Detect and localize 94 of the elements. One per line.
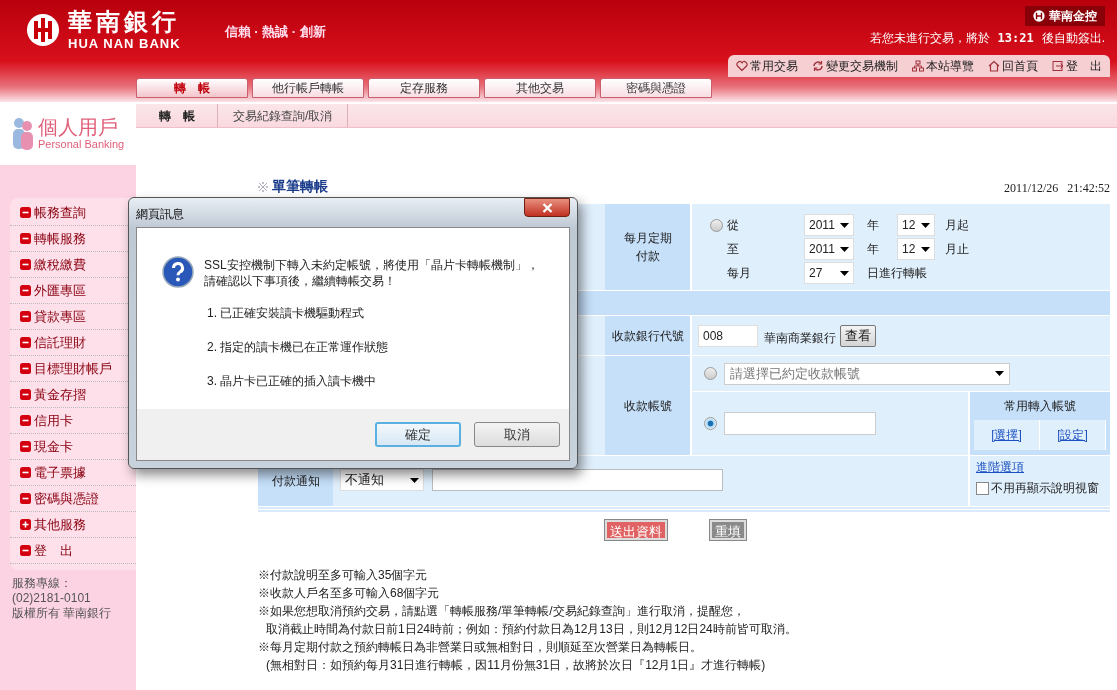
subtab[interactable]: 交易紀錄查詢/取消 <box>218 104 349 127</box>
bank-name-text: 華南商業銀行 <box>764 330 836 347</box>
to-label: 至 <box>726 241 740 258</box>
tab[interactable]: 密碼與憑證 <box>600 78 712 98</box>
form-label: 收款銀行代號 <box>605 316 690 355</box>
dropdown[interactable]: 12 <box>897 238 935 260</box>
bank-logo-icon <box>1033 10 1045 22</box>
slogan: 信賴 · 熱誠 · 創新 <box>224 23 326 41</box>
dropdown[interactable]: 不通知 <box>340 469 424 491</box>
favorites-link[interactable]: [選擇] <box>974 420 1040 450</box>
dialog-item: 3. 晶片卡已正確的插入讀卡機中 <box>207 373 378 390</box>
dropdown-caret-icon <box>840 222 849 228</box>
dropdown[interactable]: 12 <box>897 214 935 236</box>
sidebar-item[interactable]: 登 出 <box>10 538 136 564</box>
dialog-message: SSL安控機制下轉入未約定帳號，將使用「晶片卡轉帳機制」， <box>204 257 539 273</box>
refresh-icon <box>812 60 824 72</box>
checkbox-label: 不用再顯示說明視窗 <box>991 480 1099 497</box>
sitemap-icon <box>912 60 924 72</box>
close-button[interactable] <box>524 198 570 217</box>
bank-name-english: HUA NAN BANK <box>68 37 181 50</box>
group-logo-badge: 華南金控 <box>1025 6 1105 26</box>
account-input-field[interactable] <box>724 412 876 435</box>
top-link[interactable]: 登 出 <box>1052 57 1102 75</box>
note-text: ※收款人戶名至多可輸入68個字元 <box>258 585 441 602</box>
service-info: (02)2181-0101 <box>12 591 92 606</box>
people-icon <box>10 115 36 152</box>
date-time: 2011/12/26 21:42:52 <box>1004 180 1110 197</box>
year-unit: 年 <box>867 217 880 234</box>
top-link[interactable]: 回首頁 <box>988 57 1038 75</box>
tab[interactable]: 轉 帳 <box>136 78 248 98</box>
logout-notice: 後自動簽出. <box>1041 30 1105 47</box>
bank-logo-icon <box>26 13 60 47</box>
radio-button[interactable] <box>710 218 723 232</box>
dialog-button[interactable]: 取消 <box>474 422 560 447</box>
notify-input-field[interactable] <box>432 469 723 491</box>
form-label: 每月定期付款 <box>605 204 690 290</box>
heart-icon <box>736 60 748 72</box>
checkbox[interactable] <box>976 481 989 495</box>
top-link[interactable]: 常用交易 <box>736 57 798 75</box>
day-suffix: 日進行轉帳 <box>867 265 928 282</box>
dropdown-caret-icon <box>921 222 930 228</box>
dropdown[interactable]: 2011 <box>804 214 854 236</box>
section-subtitle: Personal Banking <box>38 139 125 150</box>
year-unit: 年 <box>867 241 880 258</box>
month-suffix: 月止 <box>945 241 970 258</box>
month-suffix: 月起 <box>945 217 970 234</box>
dropdown-caret-icon <box>840 270 849 276</box>
favorites-title: 常用轉入帳號 <box>1003 398 1077 415</box>
input-field[interactable]: 008 <box>698 324 758 347</box>
note-text: ※每月定期付款之預約轉帳日為非營業日或無相對日，則順延至次營業日為轉帳日。 <box>258 639 703 656</box>
note-text: ※付款說明至多可輸入35個字元 <box>258 567 429 584</box>
dropdown[interactable]: 27 <box>804 262 854 284</box>
view-button[interactable]: 查看 <box>840 324 876 347</box>
radio-button[interactable] <box>704 367 717 380</box>
dialog-title: 網頁訊息 <box>136 205 184 223</box>
home-icon <box>988 60 1000 72</box>
logout-notice: 若您未進行交易，將於 <box>869 30 990 47</box>
tab[interactable]: 他行帳戶轉帳 <box>252 78 364 98</box>
dialog-item: 2. 指定的讀卡機已在正常運作狀態 <box>207 339 390 356</box>
favorites-link[interactable]: [設定] <box>1040 420 1106 450</box>
top-link[interactable]: 本站導覽 <box>912 57 974 75</box>
service-info: 服務專線： <box>12 576 73 591</box>
radio-button[interactable] <box>704 417 717 430</box>
dropdown[interactable]: 2011 <box>804 238 854 260</box>
dialog-message: 請確認以下事項後，繼續轉帳交易！ <box>204 273 397 289</box>
dropdown-caret-icon <box>840 246 849 252</box>
logout-time: 13:21 <box>997 30 1034 47</box>
logout-icon <box>1052 60 1064 72</box>
bank-name: 華南銀行 <box>68 10 181 34</box>
from-label: 從 <box>727 217 739 234</box>
sidebar-item[interactable]: 其他服務 <box>10 512 136 538</box>
title-marker-icon <box>258 181 268 192</box>
subtab[interactable]: 轉 帳 <box>136 104 218 127</box>
section-title: 個人用戶 <box>38 117 119 137</box>
note-text: ※如果您想取消預約交易，請點選「轉帳服務/單筆轉帳/交易紀錄查詢」進行取消，提醒您， <box>258 603 746 620</box>
top-link[interactable]: 變更交易機制 <box>812 57 898 75</box>
sidebar-item[interactable]: 密碼與憑證 <box>10 486 136 512</box>
dropdown-caret-icon <box>410 477 419 483</box>
note-text: 取消截止時間為付款日前1日24時前；例如：預約付款日為12月13日，則12月12日24時前皆可取消。 <box>265 621 798 638</box>
day-label: 每月 <box>726 265 752 282</box>
dropdown-caret-icon <box>921 246 930 252</box>
dialog-button[interactable]: 確定 <box>375 422 461 447</box>
question-icon <box>162 256 194 288</box>
tab[interactable]: 其他交易 <box>484 78 596 98</box>
close-icon <box>541 202 553 213</box>
advanced-options-link[interactable]: 進階選項 <box>976 458 1024 476</box>
account-dropdown[interactable]: 請選擇已約定收款帳號 <box>724 362 1010 385</box>
form-label: 收款帳號 <box>605 356 690 455</box>
tab[interactable]: 定存服務 <box>368 78 480 98</box>
dialog-item: 1. 已正確安裝讀卡機驅動程式 <box>207 305 366 322</box>
page-title: 單筆轉帳 <box>272 177 328 196</box>
dropdown-caret-icon <box>995 371 1004 376</box>
note-text: (無相對日：如預約每月31日進行轉帳，因11月份無31日，故將於次日『12月1日』才進行轉帳) <box>265 657 767 674</box>
service-info: 版權所有 華南銀行 <box>12 606 113 621</box>
